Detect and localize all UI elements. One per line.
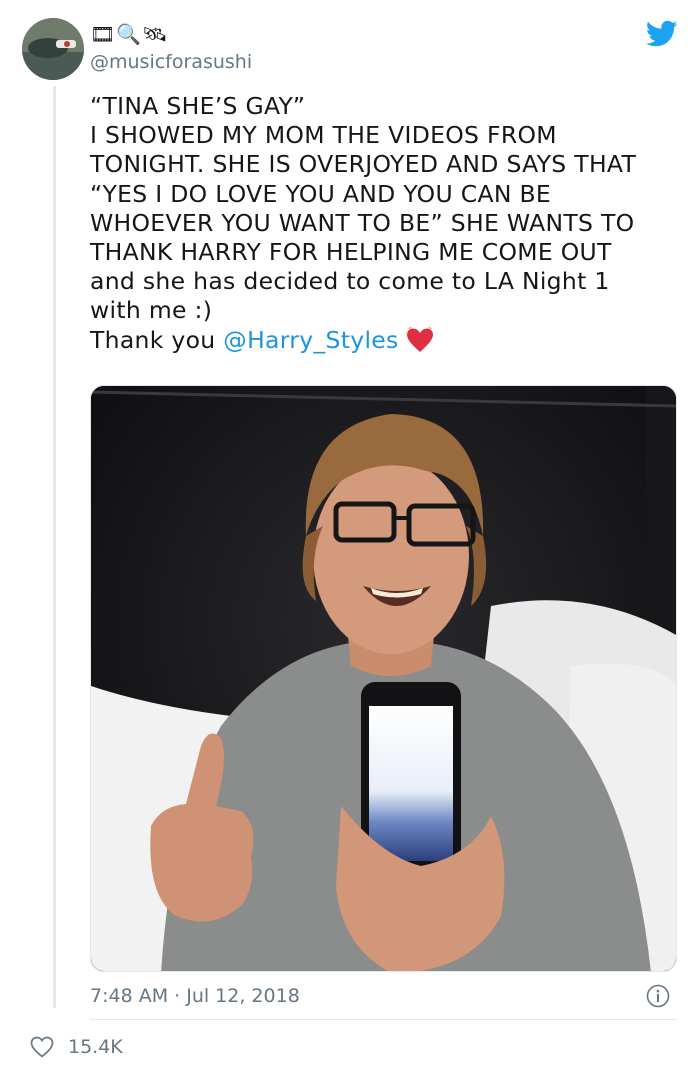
tweet-timestamp[interactable]: 7:48 AM · Jul 12, 2018 <box>90 984 300 1008</box>
tweet-line: “TINA SHE’S GAY” <box>90 92 306 120</box>
like-count: 15.4K <box>68 1036 123 1058</box>
sparkling-heart-icon <box>405 326 435 361</box>
tweet-line: THANK HARRY FOR HELPING ME COME OUT <box>90 238 612 267</box>
heart-outline-icon <box>30 1036 54 1058</box>
tweet-line: with me :) <box>90 296 213 325</box>
like-button[interactable]: 15.4K <box>30 1034 123 1060</box>
thanks-prefix: Thank you <box>90 325 224 354</box>
thanks-line: Thank you @Harry_Styles <box>90 326 682 361</box>
avatar[interactable] <box>22 18 84 80</box>
tweet-line: and she has decided to come to LA Night … <box>90 267 610 296</box>
mention-link[interactable]: @Harry_Styles <box>223 326 398 354</box>
tweet-photo[interactable] <box>90 385 677 972</box>
info-icon[interactable] <box>646 984 670 1008</box>
user-handle[interactable]: @musicforasushi <box>90 50 252 74</box>
twitter-bird-icon[interactable] <box>646 20 678 48</box>
tweet-line: TONIGHT. SHE IS OVERJOYED AND SAYS THAT <box>90 150 637 179</box>
divider <box>90 1019 677 1020</box>
thread-line <box>53 86 56 1008</box>
tweet-line: “YES I DO LOVE YOU AND YOU CAN BE <box>90 179 552 208</box>
tweet-text: “TINA SHE’S GAY” I SHOWED MY MOM THE VID… <box>90 92 682 361</box>
display-name[interactable]: 🎞🔍🛰 <box>90 22 169 46</box>
tweet-line: I SHOWED MY MOM THE VIDEOS FROM <box>90 121 557 150</box>
tweet-line: WHOEVER YOU WANT TO BE” SHE WANTS TO <box>90 208 635 237</box>
